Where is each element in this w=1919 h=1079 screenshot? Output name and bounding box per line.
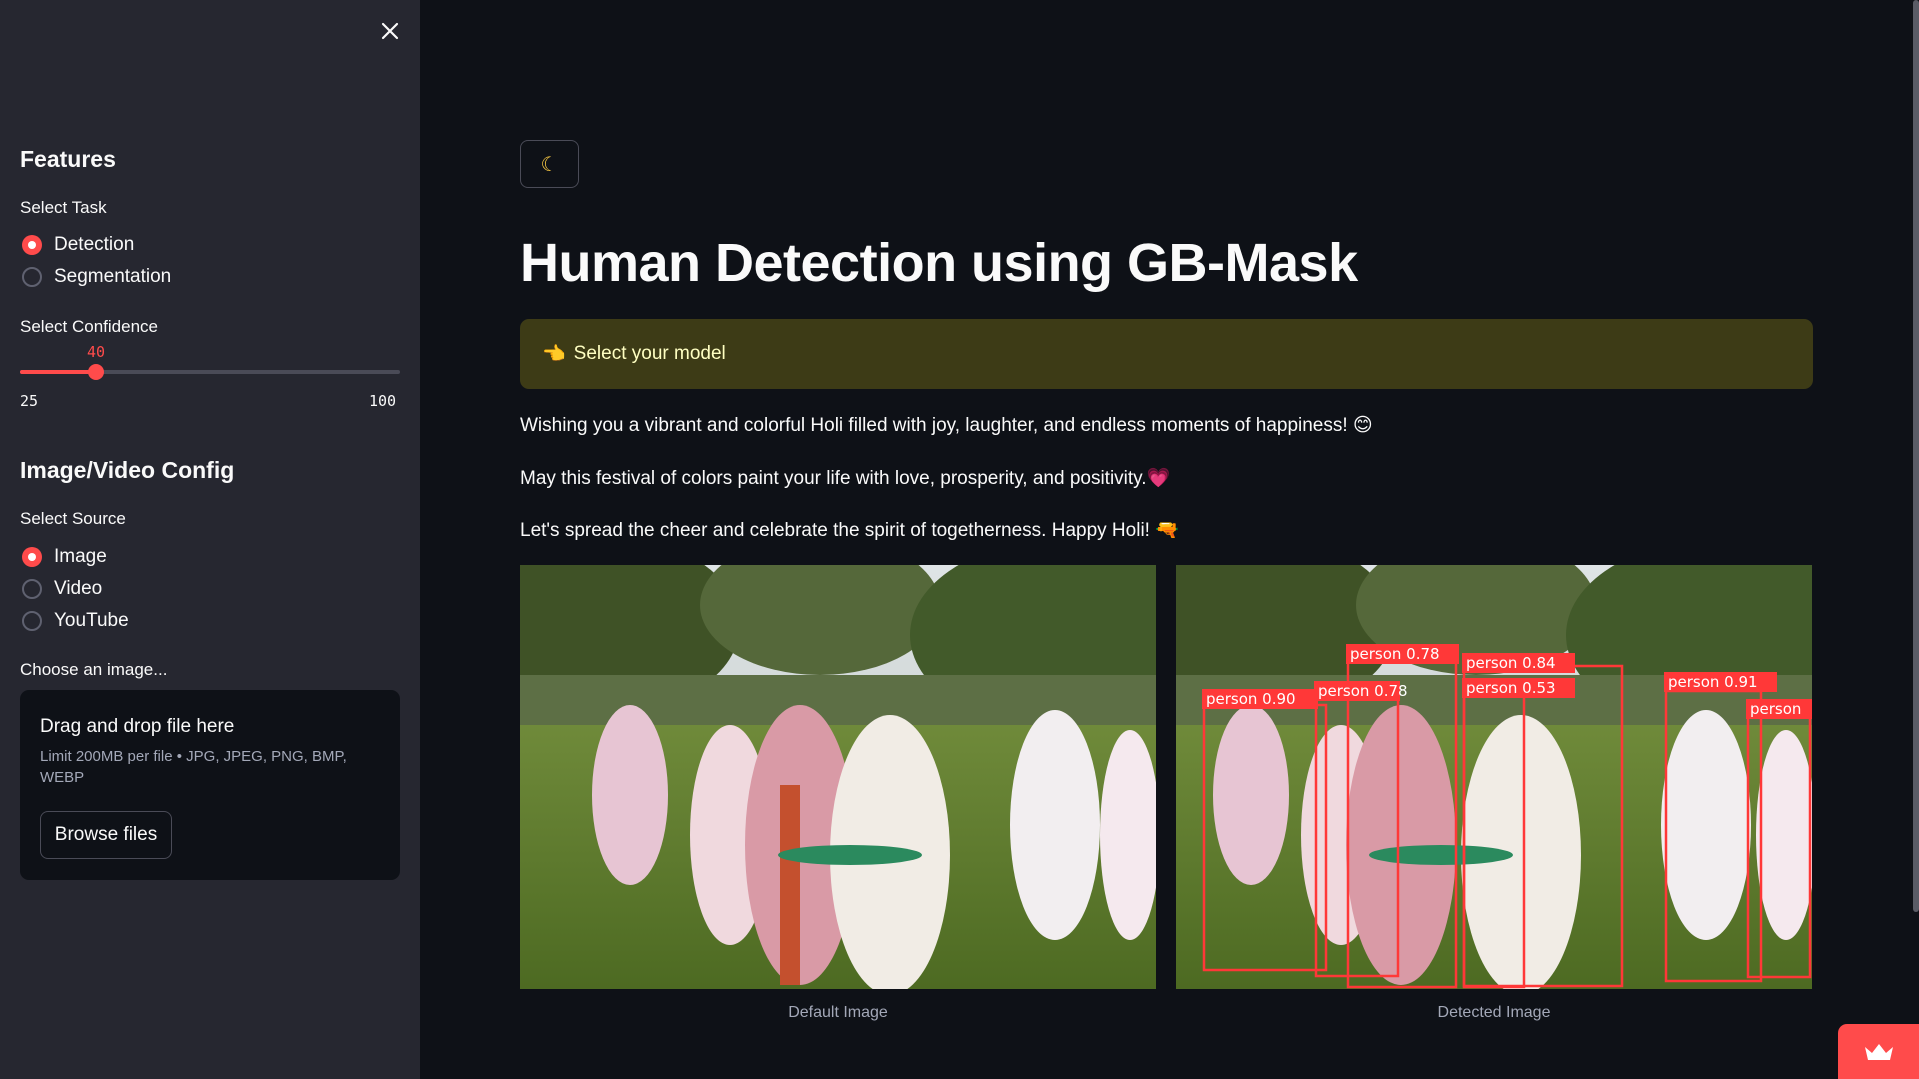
sidebar: Features Select Task Detection Segmentat… bbox=[0, 0, 420, 1079]
greeting-paragraph: May this festival of colors paint your l… bbox=[520, 468, 1171, 489]
features-heading: Features bbox=[20, 146, 116, 172]
detection-label: person 0.53 bbox=[1466, 679, 1556, 697]
moon-icon: ☾ bbox=[540, 153, 559, 176]
crown-icon bbox=[1864, 1043, 1893, 1060]
confidence-slider-max: 100 bbox=[369, 392, 397, 410]
default-image bbox=[520, 565, 1156, 989]
dropzone-limit-text: Limit 200MB per file • JPG, JPEG, PNG, B… bbox=[40, 748, 347, 786]
detected-image-caption: Detected Image bbox=[1437, 1004, 1551, 1021]
confidence-slider-thumb[interactable] bbox=[88, 364, 104, 380]
close-icon[interactable] bbox=[377, 18, 403, 44]
detection-label: person 0.84 bbox=[1466, 654, 1556, 672]
confidence-slider-min: 25 bbox=[20, 392, 39, 410]
confidence-slider[interactable] bbox=[20, 364, 400, 380]
theme-toggle-button[interactable]: ☾ bbox=[520, 140, 579, 188]
task-option-segmentation[interactable]: Segmentation bbox=[22, 266, 171, 288]
file-uploader-dropzone[interactable]: Drag and drop file here Limit 200MB per … bbox=[20, 690, 400, 880]
source-option-image[interactable]: Image bbox=[22, 546, 107, 568]
config-heading: Image/Video Config bbox=[20, 457, 235, 483]
info-alert-text: Select your model bbox=[573, 343, 726, 364]
radio-checked-icon[interactable] bbox=[22, 547, 42, 567]
source-option-label: Video bbox=[54, 578, 103, 599]
info-alert: 👈 Select your model bbox=[520, 319, 1813, 389]
select-confidence-label: Select Confidence bbox=[20, 317, 158, 336]
detection-label: person 0.91 bbox=[1668, 673, 1758, 691]
choose-image-label: Choose an image... bbox=[20, 660, 168, 679]
confidence-slider-fill bbox=[20, 370, 96, 374]
streamlit-badge[interactable] bbox=[1838, 1024, 1919, 1079]
greeting-paragraph: Let's spread the cheer and celebrate the… bbox=[520, 520, 1179, 541]
page-title: Human Detection using GB-Mask bbox=[520, 233, 1358, 293]
select-source-label: Select Source bbox=[20, 509, 126, 528]
detected-image: person 0.90 person 0.78 person 0.78 pers… bbox=[1176, 565, 1812, 989]
detection-label: person bbox=[1750, 700, 1801, 718]
radio-unchecked-icon[interactable] bbox=[22, 267, 42, 287]
page-scrollbar[interactable] bbox=[1913, 0, 1919, 912]
greeting-paragraph: Wishing you a vibrant and colorful Holi … bbox=[520, 415, 1373, 436]
select-task-label: Select Task bbox=[20, 198, 107, 217]
source-option-label: Image bbox=[54, 546, 107, 567]
radio-checked-icon[interactable] bbox=[22, 235, 42, 255]
detection-label: person 0.78 bbox=[1318, 682, 1408, 700]
source-option-youtube[interactable]: YouTube bbox=[22, 610, 129, 632]
pointing-hand-icon: 👈 bbox=[542, 344, 566, 365]
source-option-video[interactable]: Video bbox=[22, 578, 102, 600]
detection-label: person 0.90 bbox=[1206, 690, 1296, 708]
task-option-label: Detection bbox=[54, 234, 135, 255]
dropzone-title: Drag and drop file here bbox=[40, 716, 235, 737]
browse-files-button[interactable]: Browse files bbox=[40, 811, 172, 859]
radio-unchecked-icon[interactable] bbox=[22, 611, 42, 631]
confidence-slider-value: 40 bbox=[86, 343, 106, 361]
detection-label: person 0.78 bbox=[1350, 645, 1440, 663]
default-image-caption: Default Image bbox=[788, 1004, 888, 1021]
task-option-label: Segmentation bbox=[54, 266, 172, 287]
task-option-detection[interactable]: Detection bbox=[22, 234, 134, 256]
radio-unchecked-icon[interactable] bbox=[22, 579, 42, 599]
source-option-label: YouTube bbox=[54, 610, 129, 631]
